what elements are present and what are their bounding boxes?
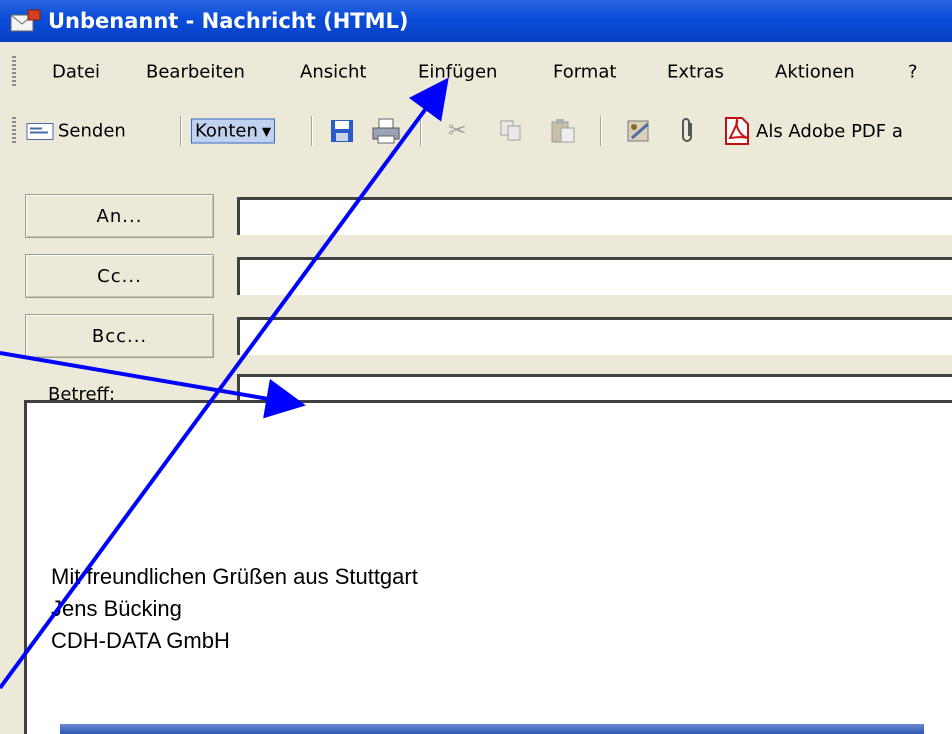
adobe-pdf-icon [725, 117, 749, 145]
cc-field[interactable] [237, 257, 952, 295]
cut-button[interactable]: ✂ [448, 119, 466, 144]
menu-datei[interactable]: Datei [52, 62, 100, 83]
send-label: Senden [58, 120, 126, 142]
bcc-field[interactable] [237, 317, 952, 355]
chevron-down-icon: ▼ [261, 124, 272, 138]
copy-icon [500, 120, 521, 141]
menu-extras[interactable]: Extras [667, 62, 724, 83]
menu-einfuegen[interactable]: Einfügen [418, 62, 497, 83]
toolbar-separator [420, 116, 422, 146]
paste-icon [551, 119, 575, 143]
toolbar-separator [311, 116, 313, 146]
signature: Mit freundlichen Grüßen aus Stuttgart Je… [51, 561, 418, 657]
cc-button[interactable]: Cc... [25, 254, 214, 298]
accounts-button[interactable]: Konten ▼ [191, 118, 276, 144]
accounts-label: Konten [195, 120, 258, 142]
toolbar-grip[interactable] [12, 117, 16, 145]
address-book-button[interactable] [626, 118, 652, 144]
convert-pdf-button[interactable]: Als Adobe PDF a [722, 116, 903, 146]
toolbar-separator [600, 116, 602, 146]
window-title: Unbenannt - Nachricht (HTML) [48, 9, 409, 33]
toolbar-separator [180, 116, 182, 146]
toolbar: Senden Konten ▼ ✂ Als Adobe PDF a [0, 100, 952, 164]
envelope-icon [10, 9, 41, 32]
scissors-icon: ✂ [448, 118, 467, 144]
menubar-grip[interactable] [12, 56, 16, 86]
to-field[interactable] [237, 197, 952, 235]
bcc-button[interactable]: Bcc... [25, 314, 214, 358]
paste-button[interactable] [550, 118, 576, 144]
menu-bearbeiten[interactable]: Bearbeiten [146, 62, 245, 83]
address-book-icon [627, 120, 649, 142]
signature-name: Jens Bücking [51, 596, 182, 621]
overlapping-window-titlebar [60, 724, 924, 734]
window-left-edge [0, 162, 24, 734]
send-button[interactable]: Senden [26, 121, 126, 142]
menu-aktionen[interactable]: Aktionen [775, 62, 855, 83]
title-bar: Unbenannt - Nachricht (HTML) [0, 0, 952, 42]
signature-company: CDH-DATA GmbH [51, 628, 230, 653]
pdf-label: Als Adobe PDF a [756, 120, 903, 142]
copy-button[interactable] [500, 120, 522, 142]
message-body[interactable]: Mit freundlichen Grüßen aus Stuttgart Je… [24, 400, 952, 734]
print-button[interactable] [372, 118, 400, 144]
menu-ansicht[interactable]: Ansicht [300, 62, 366, 83]
signature-greeting: Mit freundlichen Grüßen aus Stuttgart [51, 564, 418, 589]
to-label: An... [96, 205, 143, 227]
paperclip-icon [682, 118, 692, 142]
bcc-label: Bcc... [91, 325, 148, 347]
menu-bar: Datei Bearbeiten Ansicht Einfügen Format… [0, 42, 952, 101]
save-button[interactable] [330, 119, 354, 143]
cc-label: Cc... [97, 265, 142, 287]
attach-button[interactable] [680, 117, 696, 145]
menu-format[interactable]: Format [553, 62, 616, 83]
menu-help[interactable]: ? [908, 62, 918, 83]
save-icon [331, 120, 353, 142]
to-button[interactable]: An... [25, 194, 214, 238]
header-area: An... Cc... Bcc... [0, 162, 952, 412]
send-icon [26, 122, 54, 140]
printer-icon [372, 118, 400, 144]
message-window: Unbenannt - Nachricht (HTML) Datei Bearb… [0, 0, 952, 734]
